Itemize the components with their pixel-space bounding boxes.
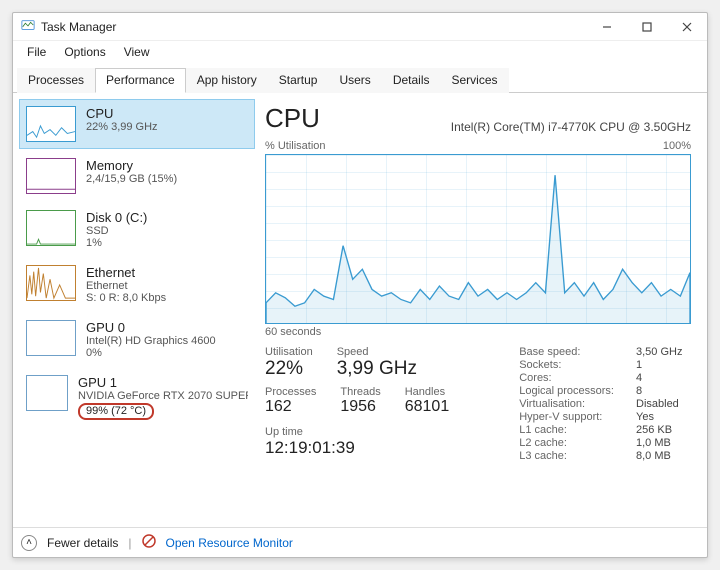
l1-v: 256 KB bbox=[636, 424, 682, 436]
hnd-value: 68101 bbox=[405, 398, 450, 416]
hnd-label: Handles bbox=[405, 386, 450, 398]
gpu0-thumbnail-icon bbox=[26, 320, 76, 356]
disk-sub: SSD bbox=[86, 225, 147, 237]
task-manager-window: Task Manager File Options View Processes… bbox=[12, 12, 708, 558]
disk-thumbnail-icon bbox=[26, 210, 76, 246]
menu-view[interactable]: View bbox=[116, 43, 158, 61]
sidebar-item-memory[interactable]: Memory 2,4/15,9 GB (15%) bbox=[19, 151, 255, 201]
tab-services[interactable]: Services bbox=[441, 68, 509, 93]
eth-val: S: 0 R: 8,0 Kbps bbox=[86, 292, 166, 304]
speed-value: 3,99 GHz bbox=[337, 358, 417, 380]
cpu-model: Intel(R) Core(TM) i7-4770K CPU @ 3.50GHz bbox=[451, 120, 691, 134]
gpu0-sub: Intel(R) HD Graphics 4600 bbox=[86, 335, 216, 347]
util-label: Utilisation bbox=[265, 346, 313, 358]
tab-performance[interactable]: Performance bbox=[95, 68, 186, 93]
ethernet-thumbnail-icon bbox=[26, 265, 76, 301]
l3-v: 8,0 MB bbox=[636, 450, 682, 462]
uptime-value: 12:19:01:39 bbox=[265, 438, 449, 458]
gpu1-thumbnail-icon bbox=[26, 375, 68, 411]
sidebar-item-ethernet[interactable]: Ethernet Ethernet S: 0 R: 8,0 Kbps bbox=[19, 258, 255, 311]
l3-k: L3 cache: bbox=[519, 450, 614, 462]
memory-label: Memory bbox=[86, 158, 177, 173]
sidebar: CPU 22% 3,99 GHz Memory 2,4/15,9 GB (15%… bbox=[13, 93, 261, 527]
tabs: Processes Performance App history Startu… bbox=[13, 63, 707, 93]
lproc-k: Logical processors: bbox=[519, 385, 614, 397]
sockets-k: Sockets: bbox=[519, 359, 614, 371]
util-value: 22% bbox=[265, 358, 313, 380]
thr-label: Threads bbox=[340, 386, 380, 398]
tab-app-history[interactable]: App history bbox=[186, 68, 268, 93]
cores-k: Cores: bbox=[519, 372, 614, 384]
lproc-v: 8 bbox=[636, 385, 682, 397]
sidebar-item-disk[interactable]: Disk 0 (C:) SSD 1% bbox=[19, 203, 255, 256]
eth-label: Ethernet bbox=[86, 265, 166, 280]
proc-value: 162 bbox=[265, 398, 316, 416]
close-button[interactable] bbox=[667, 13, 707, 41]
titlebar: Task Manager bbox=[13, 13, 707, 41]
gpu1-temp-highlight: 99% (72 °C) bbox=[78, 403, 154, 420]
footer: ˄ Fewer details | Open Resource Monitor bbox=[13, 527, 707, 557]
chart-ylabel: % Utilisation bbox=[265, 140, 326, 152]
main-panel: CPU Intel(R) Core(TM) i7-4770K CPU @ 3.5… bbox=[261, 93, 707, 527]
tab-processes[interactable]: Processes bbox=[17, 68, 95, 93]
gpu0-label: GPU 0 bbox=[86, 320, 216, 335]
memory-thumbnail-icon bbox=[26, 158, 76, 194]
thr-value: 1956 bbox=[340, 398, 380, 416]
tab-startup[interactable]: Startup bbox=[268, 68, 329, 93]
cpu-label: CPU bbox=[86, 106, 158, 121]
cpu-utilisation-chart[interactable] bbox=[265, 154, 691, 324]
gpu1-label: GPU 1 bbox=[78, 375, 248, 390]
sockets-v: 1 bbox=[636, 359, 682, 371]
hv-v: Yes bbox=[636, 411, 682, 423]
menu-file[interactable]: File bbox=[19, 43, 54, 61]
tab-users[interactable]: Users bbox=[328, 68, 381, 93]
sidebar-item-gpu0[interactable]: GPU 0 Intel(R) HD Graphics 4600 0% bbox=[19, 313, 255, 366]
proc-label: Processes bbox=[265, 386, 316, 398]
memory-sub: 2,4/15,9 GB (15%) bbox=[86, 173, 177, 185]
cpu-details-grid: Base speed: 3,50 GHz Sockets: 1 Cores: 4 Lo… bbox=[519, 346, 682, 462]
virt-k: Virtualisation: bbox=[519, 398, 614, 410]
sidebar-item-gpu1[interactable]: GPU 1 NVIDIA GeForce RTX 2070 SUPER 99% … bbox=[19, 368, 255, 427]
gpu1-sub: NVIDIA GeForce RTX 2070 SUPER bbox=[78, 390, 248, 402]
sidebar-item-cpu[interactable]: CPU 22% 3,99 GHz bbox=[19, 99, 255, 149]
app-icon bbox=[21, 18, 35, 35]
page-title: CPU bbox=[265, 103, 320, 134]
cores-v: 4 bbox=[636, 372, 682, 384]
l1-k: L1 cache: bbox=[519, 424, 614, 436]
window-title: Task Manager bbox=[41, 20, 116, 34]
chart-xlabel: 60 seconds bbox=[265, 326, 691, 338]
cpu-thumbnail-icon bbox=[26, 106, 76, 142]
eth-sub: Ethernet bbox=[86, 280, 166, 292]
gpu0-val: 0% bbox=[86, 347, 216, 359]
menubar: File Options View bbox=[13, 41, 707, 63]
menu-options[interactable]: Options bbox=[56, 43, 113, 61]
cpu-sub: 22% 3,99 GHz bbox=[86, 121, 158, 133]
maximize-button[interactable] bbox=[627, 13, 667, 41]
virt-v: Disabled bbox=[636, 398, 682, 410]
speed-label: Speed bbox=[337, 346, 417, 358]
hv-k: Hyper-V support: bbox=[519, 411, 614, 423]
resource-monitor-icon bbox=[142, 534, 156, 551]
l2-k: L2 cache: bbox=[519, 437, 614, 449]
tab-details[interactable]: Details bbox=[382, 68, 441, 93]
fewer-details-link[interactable]: Fewer details bbox=[47, 536, 118, 550]
disk-val: 1% bbox=[86, 237, 147, 249]
minimize-button[interactable] bbox=[587, 13, 627, 41]
chevron-up-icon[interactable]: ˄ bbox=[21, 535, 37, 551]
open-resource-monitor-link[interactable]: Open Resource Monitor bbox=[166, 536, 293, 550]
chart-ymax: 100% bbox=[663, 140, 691, 152]
l2-v: 1,0 MB bbox=[636, 437, 682, 449]
base-speed-v: 3,50 GHz bbox=[636, 346, 682, 358]
disk-label: Disk 0 (C:) bbox=[86, 210, 147, 225]
uptime-label: Up time bbox=[265, 426, 449, 438]
base-speed-k: Base speed: bbox=[519, 346, 614, 358]
